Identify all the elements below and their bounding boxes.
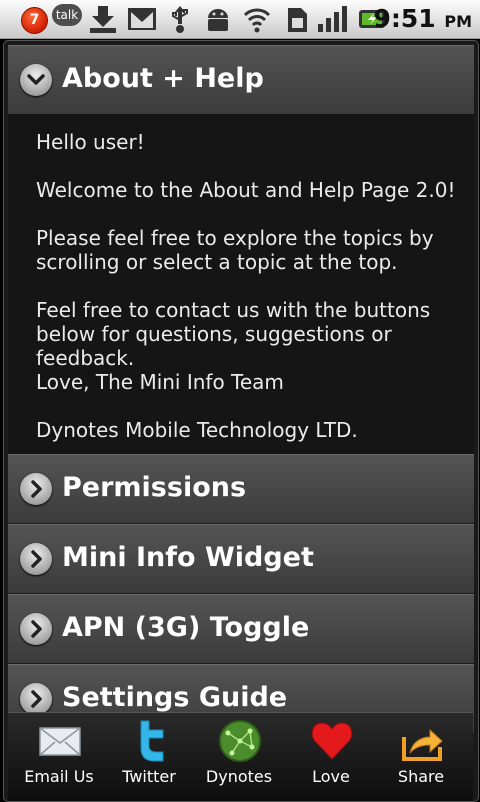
bottom-toolbar: Email Us Twitter Dynotes Love Share	[8, 712, 473, 801]
twitter-bird-icon	[140, 720, 164, 762]
download-icon[interactable]	[88, 4, 120, 34]
chevron-right-icon	[20, 613, 52, 645]
android-debug-icon[interactable]	[202, 4, 234, 34]
about-signoff: Love, The Mini Info Team	[36, 370, 284, 394]
chevron-right-icon	[20, 543, 52, 575]
section-about-help[interactable]: About + Help	[8, 45, 474, 115]
help-panel: About + Help Hello user! Welcome to the …	[3, 40, 479, 802]
gmail-icon[interactable]	[126, 4, 158, 34]
status-bar: 7 talk 9:51 PM	[0, 0, 480, 39]
clock-time: 9:51	[373, 4, 436, 33]
section-title: APN (3G) Toggle	[62, 612, 310, 643]
chevron-down-icon	[20, 64, 52, 96]
about-company: Dynotes Mobile Technology LTD.	[36, 418, 358, 442]
usb-icon[interactable]	[166, 4, 194, 34]
clock-ampm: PM	[444, 12, 472, 31]
about-explore: Please feel free to explore the topics b…	[36, 226, 434, 274]
sim-icon[interactable]	[282, 4, 312, 34]
about-contact: Feel free to contact us with the buttons…	[36, 298, 431, 370]
love-button[interactable]: Love	[286, 713, 376, 801]
share-arrow-icon	[402, 728, 443, 761]
dynotes-globe-icon	[219, 720, 261, 762]
section-title: Settings Guide	[62, 682, 288, 713]
twitter-button[interactable]: Twitter	[104, 713, 194, 801]
about-text: Hello user! Welcome to the About and Hel…	[8, 114, 474, 455]
clock: 9:51 PM	[373, 4, 472, 33]
email-us-button[interactable]: Email Us	[14, 713, 104, 801]
toolbar-label: Dynotes	[205, 767, 273, 786]
section-apn-toggle[interactable]: APN (3G) Toggle	[8, 594, 474, 664]
talk-icon[interactable]: talk	[52, 4, 82, 26]
about-greeting: Hello user!	[36, 130, 145, 154]
section-title: Permissions	[62, 472, 247, 503]
about-welcome: Welcome to the About and Help Page 2.0!	[36, 178, 456, 202]
section-title: About + Help	[62, 63, 264, 94]
section-permissions[interactable]: Permissions	[8, 454, 474, 524]
section-mini-info-widget[interactable]: Mini Info Widget	[8, 524, 474, 594]
chevron-right-icon	[20, 683, 52, 715]
toolbar-label: Email Us	[24, 767, 94, 786]
notification-badge[interactable]: 7	[21, 7, 48, 34]
toolbar-label: Twitter	[122, 767, 176, 786]
toolbar-label: Share	[397, 767, 445, 786]
heart-icon	[311, 722, 353, 760]
envelope-icon	[39, 727, 81, 756]
toolbar-label: Love	[312, 767, 350, 786]
chevron-right-icon	[20, 473, 52, 505]
dynotes-button[interactable]: Dynotes	[194, 713, 284, 801]
share-button[interactable]: Share	[376, 713, 466, 801]
wifi-icon[interactable]	[242, 4, 272, 34]
signal-strength-icon[interactable]	[316, 4, 350, 34]
section-title: Mini Info Widget	[62, 542, 314, 573]
